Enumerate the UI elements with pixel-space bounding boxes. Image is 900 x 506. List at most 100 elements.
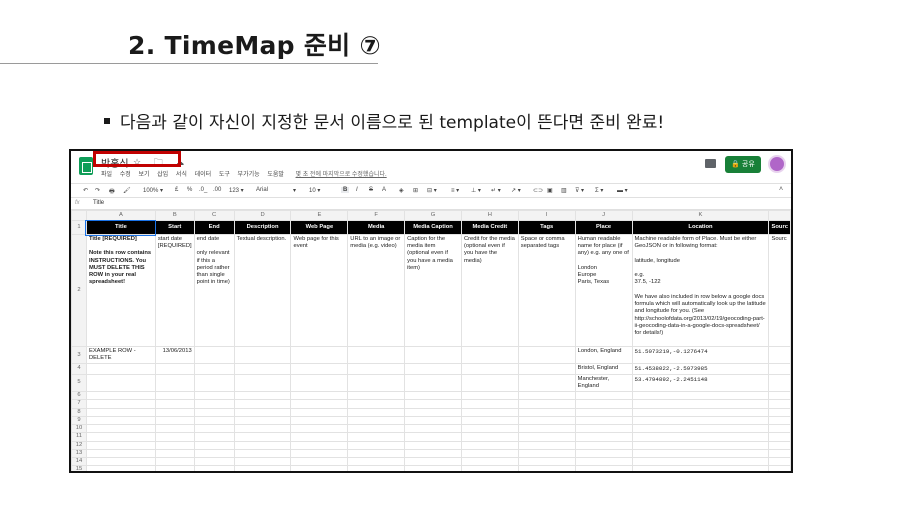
menu-view[interactable]: 보기 — [138, 172, 149, 178]
table-cell[interactable] — [404, 345, 462, 365]
column-header[interactable]: B — [154, 210, 195, 221]
table-cell[interactable] — [517, 373, 576, 393]
zoom-select[interactable]: 100% ▾ — [143, 187, 163, 194]
print-icon[interactable]: 🖶 — [109, 187, 115, 197]
select-all-corner[interactable] — [71, 210, 87, 221]
header-cell-title[interactable]: Title — [85, 219, 157, 236]
menu-insert[interactable]: 삽입 — [157, 172, 168, 178]
table-cell[interactable] — [193, 345, 235, 365]
row-number[interactable]: 5 — [71, 373, 87, 393]
header-cell-place[interactable]: Place — [574, 220, 633, 235]
column-header[interactable]: F — [347, 210, 406, 221]
table-cell[interactable]: Machine readable form of Place. Must be … — [631, 234, 770, 347]
table-cell[interactable] — [85, 373, 156, 393]
table-cell[interactable] — [193, 373, 235, 393]
header-cell-web-page[interactable]: Web Page — [290, 220, 349, 235]
comment-icon[interactable] — [705, 159, 716, 168]
sheets-logo-icon[interactable] — [79, 157, 93, 175]
table-cell[interactable]: Sourc — [768, 234, 791, 347]
table-cell[interactable] — [233, 373, 292, 393]
table-cell[interactable] — [290, 373, 349, 393]
row-number[interactable]: 11 — [71, 432, 87, 442]
row-number[interactable]: 14 — [71, 457, 87, 467]
table-cell[interactable]: 51.5073219,-0.1276474 — [631, 345, 770, 365]
menu-tools[interactable]: 도구 — [219, 172, 230, 178]
table-cell[interactable]: Textual description. — [233, 234, 292, 347]
table-cell[interactable] — [347, 373, 406, 393]
table-cell[interactable]: Credit for the media (optional even if y… — [460, 234, 519, 347]
table-cell[interactable]: Human readable name for place (if any) e… — [574, 234, 633, 347]
table-cell[interactable] — [517, 345, 576, 365]
table-cell[interactable]: Web page for this event — [290, 234, 349, 347]
table-cell[interactable] — [404, 373, 462, 393]
table-cell[interactable]: start date [REQUIRED] — [154, 234, 195, 347]
bold-button[interactable]: B — [341, 187, 350, 193]
input-tools-icon[interactable]: ▬ ▾ — [617, 187, 628, 194]
header-cell-description[interactable]: Description — [233, 220, 292, 235]
row-number[interactable]: 9 — [71, 415, 87, 426]
percent-icon[interactable]: % — [187, 187, 192, 193]
row-number[interactable]: 8 — [71, 407, 87, 417]
header-cell-location[interactable]: Location — [631, 220, 770, 235]
row-number[interactable]: 12 — [71, 440, 87, 450]
table-cell[interactable] — [154, 363, 195, 375]
table-cell[interactable] — [290, 345, 349, 365]
currency-icon[interactable]: £ — [175, 187, 178, 193]
row-number[interactable]: 15 — [71, 465, 87, 471]
table-cell[interactable] — [154, 373, 195, 393]
table-cell[interactable] — [347, 363, 406, 375]
header-cell-media[interactable]: Media — [347, 220, 406, 235]
table-cell[interactable]: Bristol, England — [574, 363, 633, 375]
row-number[interactable]: 10 — [71, 424, 87, 434]
table-cell[interactable] — [193, 363, 235, 375]
font-caret-icon[interactable]: ▾ — [293, 187, 296, 194]
table-cell[interactable]: 51.4538022,-2.5973985 — [631, 363, 770, 375]
number-format-select[interactable]: 123 ▾ — [229, 187, 244, 194]
menu-format[interactable]: 서식 — [176, 172, 187, 178]
column-header[interactable]: H — [460, 210, 519, 221]
italic-button[interactable]: I — [356, 187, 358, 193]
row-number[interactable]: 3 — [71, 345, 87, 365]
row-number[interactable]: 6 — [71, 391, 87, 401]
table-cell[interactable] — [768, 345, 791, 365]
fill-color-icon[interactable]: ◈ — [399, 187, 404, 194]
table-cell[interactable] — [233, 345, 292, 365]
font-size-select[interactable]: 10 ▾ — [309, 187, 320, 194]
collapse-chevron-icon[interactable]: ˄ — [779, 186, 783, 193]
column-header[interactable] — [768, 210, 791, 221]
vertical-align-icon[interactable]: ⊥ ▾ — [471, 187, 481, 194]
table-cell[interactable] — [517, 363, 576, 375]
menu-edit[interactable]: 수정 — [120, 172, 131, 178]
formula-input[interactable]: Title — [93, 200, 104, 206]
header-cell-end[interactable]: End — [193, 220, 235, 235]
table-cell[interactable]: Title [REQUIRED] Note this row contains … — [85, 234, 156, 347]
horizontal-align-icon[interactable]: ≡ ▾ — [451, 187, 459, 194]
table-cell[interactable] — [347, 345, 406, 365]
paint-format-icon[interactable]: 🖌 — [123, 187, 131, 194]
table-cell[interactable]: Space or comma separated tags — [517, 234, 576, 347]
header-cell-media-credit[interactable]: Media Credit — [460, 220, 519, 235]
row-number[interactable]: 7 — [71, 399, 87, 409]
table-cell[interactable] — [404, 363, 462, 375]
increase-decimal-icon[interactable]: .00 — [213, 187, 221, 193]
table-cell[interactable] — [768, 363, 791, 375]
table-cell[interactable]: 53.4794892,-2.2451148 — [631, 373, 770, 393]
header-cell-tags[interactable]: Tags — [517, 220, 576, 235]
table-cell[interactable] — [768, 373, 791, 393]
text-wrap-icon[interactable]: ↵ ▾ — [491, 187, 501, 194]
header-cell-source[interactable]: Sourc — [768, 220, 791, 235]
column-header[interactable]: J — [574, 210, 633, 221]
insert-comment-icon[interactable]: ▣ — [547, 187, 553, 194]
strikethrough-button[interactable]: S — [369, 187, 373, 193]
font-select[interactable]: Arial — [256, 187, 268, 193]
text-color-button[interactable]: A — [382, 187, 386, 193]
table-cell[interactable] — [460, 345, 519, 365]
column-header[interactable]: I — [517, 210, 576, 221]
menu-file[interactable]: 파일 — [101, 172, 112, 178]
table-cell[interactable] — [460, 363, 519, 375]
filter-icon[interactable]: ⊽ ▾ — [575, 187, 584, 194]
redo-icon[interactable]: ↷ — [95, 187, 100, 194]
table-cell[interactable] — [85, 363, 156, 375]
decrease-decimal-icon[interactable]: .0_ — [199, 187, 207, 193]
merge-cells-icon[interactable]: ⊟ ▾ — [427, 187, 437, 194]
